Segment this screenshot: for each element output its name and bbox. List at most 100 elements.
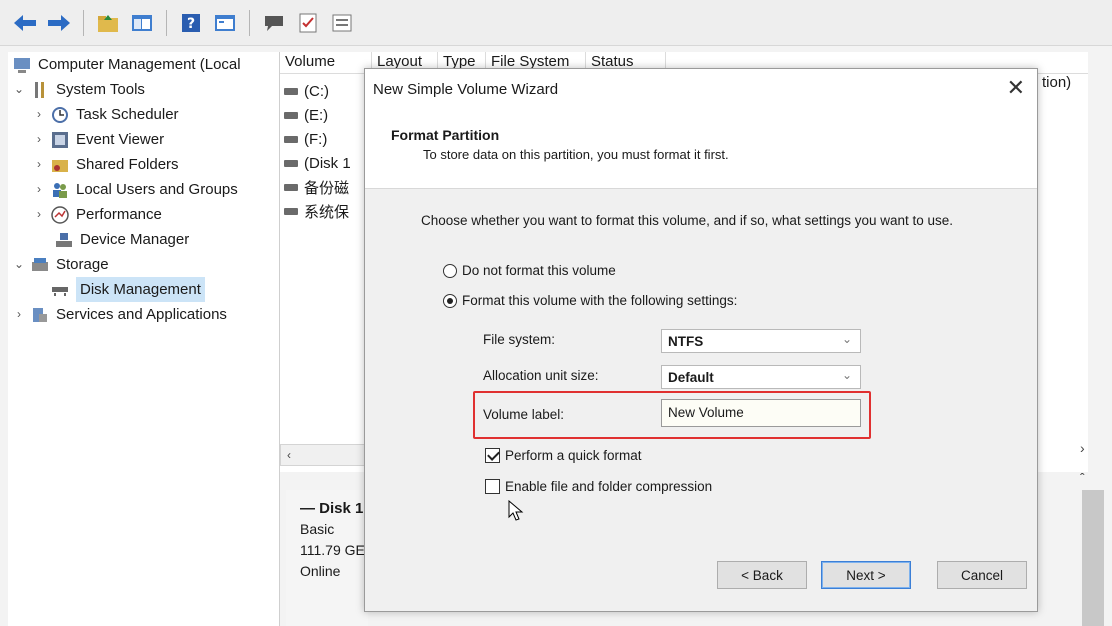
chevron-down-icon[interactable]: ⌄ (12, 77, 26, 102)
column-text-fragment: tion) (1042, 74, 1072, 91)
toolbar: ? (0, 0, 1112, 46)
cancel-button[interactable]: Cancel (937, 561, 1027, 589)
tree-item-system-tools[interactable]: ⌄ System Tools (12, 77, 145, 102)
chevron-right-icon[interactable]: › (32, 152, 46, 177)
close-icon[interactable]: ✕ (1007, 75, 1025, 101)
quick-format-checkbox[interactable]: Perform a quick format (485, 448, 642, 463)
chevron-right-icon[interactable]: › (32, 127, 46, 152)
tree-item-device-manager[interactable]: Device Manager (50, 227, 189, 252)
dialog-title: New Simple Volume Wizard (373, 81, 559, 98)
console-tree-icon[interactable] (129, 11, 155, 35)
tree-label: Storage (56, 256, 109, 273)
tree-label: Shared Folders (76, 156, 179, 173)
drive-icon (284, 183, 298, 191)
checkbox[interactable] (485, 448, 500, 463)
tree-label: Services and Applications (56, 306, 227, 323)
tree-label: Computer Management (Local (38, 56, 241, 73)
mouse-cursor-icon (508, 499, 524, 527)
toolbar-separator (166, 9, 167, 36)
chevron-right-icon[interactable]: › (32, 102, 46, 127)
drive-icon (284, 135, 298, 143)
tree-item-disk-management[interactable]: Disk Management (46, 277, 205, 302)
list-item[interactable]: 系统保 (284, 200, 349, 222)
console-tree: Computer Management (Local ⌄ System Tool… (8, 52, 280, 626)
tree-label: Device Manager (80, 231, 190, 248)
message-icon[interactable] (261, 11, 287, 35)
help-icon[interactable]: ? (178, 11, 204, 35)
disk-management-icon (50, 281, 70, 299)
radio-do-not-format[interactable]: Do not format this volume (443, 263, 616, 278)
tree-item-local-users[interactable]: › Local Users and Groups (32, 177, 238, 202)
computer-management-icon (12, 56, 32, 74)
page-title: Format Partition (391, 127, 500, 143)
tree-item-event-viewer[interactable]: › Event Viewer (32, 127, 164, 152)
drive-icon (284, 111, 298, 119)
svg-text:?: ? (187, 16, 195, 32)
back-icon[interactable] (12, 11, 38, 35)
performance-icon (50, 205, 70, 224)
list-item[interactable]: (Disk 1 (284, 152, 351, 174)
drive-icon (284, 207, 298, 215)
volume-label-input[interactable]: New Volume (661, 399, 861, 427)
toolbar-separator (249, 9, 250, 36)
compression-checkbox[interactable]: Enable file and folder compression (485, 479, 712, 494)
list-item[interactable]: (F:) (284, 128, 327, 150)
chevron-up-icon[interactable]: ˆ (1080, 470, 1085, 486)
list-item[interactable]: (C:) (284, 80, 329, 102)
computer-management-window: ? Computer Management (Local ⌄ System To… (0, 0, 1112, 626)
radio-button[interactable] (443, 293, 457, 308)
tree-label: Disk Management (76, 277, 205, 302)
tree-item-shared-folders[interactable]: › Shared Folders (32, 152, 179, 177)
page-subtitle: To store data on this partition, you mus… (423, 147, 729, 162)
volume-label-label: Volume label: (483, 407, 565, 422)
services-icon (30, 306, 50, 324)
tree-item-services-applications[interactable]: › Services and Applications (12, 302, 227, 327)
drive-icon (284, 159, 298, 167)
horizontal-scrollbar[interactable]: ‹ (280, 444, 366, 466)
toolbar-separator (83, 9, 84, 36)
tree-item-computer-management[interactable]: Computer Management (Local (8, 52, 241, 77)
chevron-down-icon: ⌄ (841, 332, 852, 346)
dialog-body: Choose whether you want to format this v… (365, 189, 1037, 611)
system-tools-icon (30, 81, 50, 99)
up-folder-icon[interactable] (95, 11, 121, 35)
chevron-right-icon[interactable]: › (32, 177, 46, 202)
disk-size: 111.79 GE (300, 542, 365, 558)
device-manager-icon (54, 231, 74, 249)
drive-icon (284, 87, 298, 95)
tree-item-storage[interactable]: ⌄ Storage (12, 252, 109, 277)
disk-status: Online (300, 563, 341, 579)
chevron-right-icon[interactable]: › (32, 202, 46, 227)
column-header[interactable]: Volume (280, 52, 372, 73)
next-button[interactable]: Next > (821, 561, 911, 589)
back-button[interactable]: < Back (717, 561, 807, 589)
chevron-down-icon[interactable]: ⌄ (12, 252, 26, 277)
radio-format-volume[interactable]: Format this volume with the following se… (443, 293, 737, 308)
instruction-text: Choose whether you want to format this v… (421, 213, 954, 228)
list-item[interactable]: 备份磁 (284, 176, 349, 198)
new-simple-volume-wizard: New Simple Volume Wizard ✕ Format Partit… (364, 68, 1038, 612)
checklist-icon[interactable] (295, 11, 321, 35)
tree-label: Task Scheduler (76, 106, 179, 123)
chevron-right-icon[interactable]: › (1080, 440, 1085, 456)
chevron-right-icon[interactable]: › (12, 302, 26, 327)
list-view-icon[interactable] (329, 11, 355, 35)
disk-name: — Disk 1 (300, 500, 364, 517)
shared-folder-icon (50, 156, 70, 174)
checkbox[interactable] (485, 479, 500, 494)
file-system-select[interactable]: NTFS ⌄ (661, 329, 861, 353)
disk-type: Basic (300, 521, 335, 537)
tree-label: System Tools (56, 81, 145, 98)
tree-label: Event Viewer (76, 131, 165, 148)
radio-button[interactable] (443, 263, 457, 278)
forward-icon[interactable] (46, 11, 72, 35)
storage-icon (30, 256, 50, 274)
chevron-left-icon[interactable]: ‹ (287, 448, 291, 462)
list-item[interactable]: (E:) (284, 104, 328, 126)
tree-label: Local Users and Groups (76, 181, 238, 198)
allocation-unit-select[interactable]: Default ⌄ (661, 365, 861, 389)
vertical-scrollbar[interactable] (1082, 490, 1104, 626)
tree-item-task-scheduler[interactable]: › Task Scheduler (32, 102, 179, 127)
properties-icon[interactable] (212, 11, 238, 35)
tree-item-performance[interactable]: › Performance (32, 202, 162, 227)
